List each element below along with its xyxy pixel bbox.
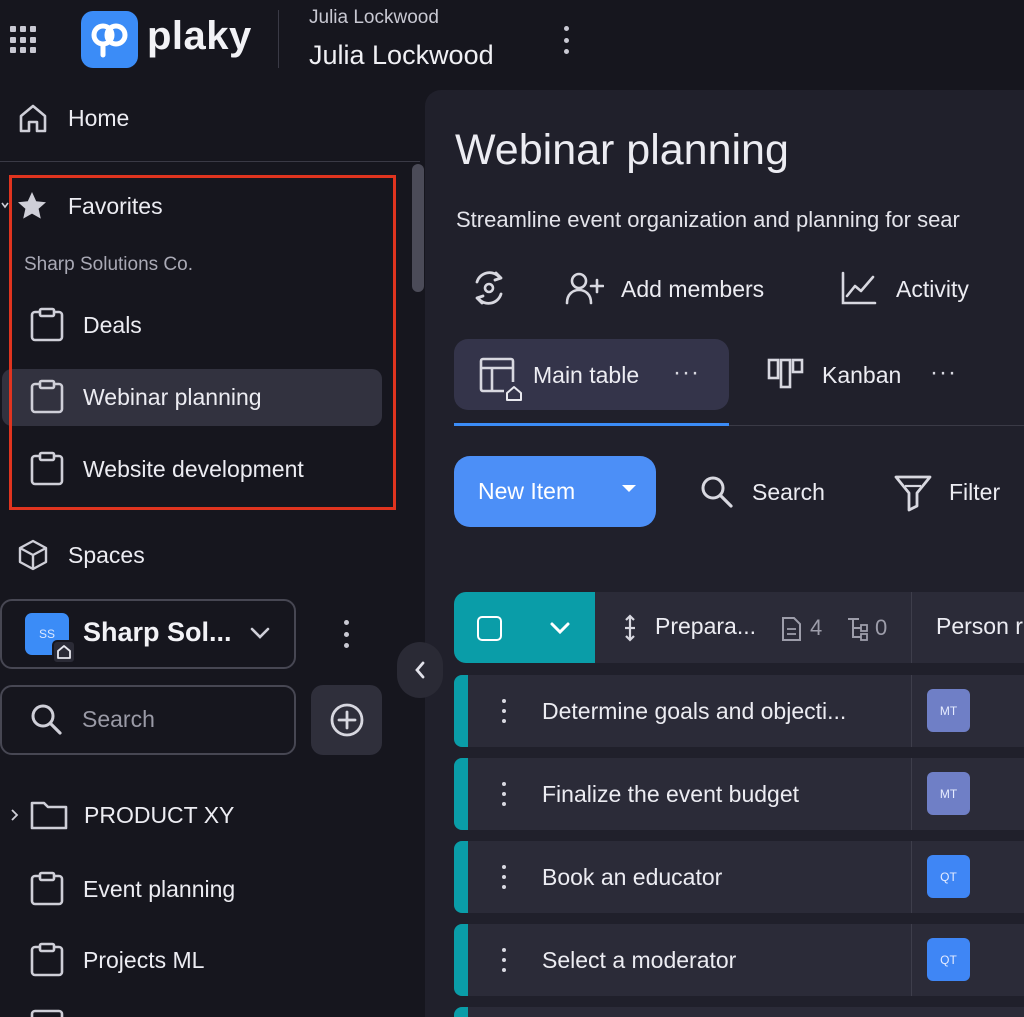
account-name[interactable]: Julia Lockwood <box>309 40 494 71</box>
nav-spaces[interactable]: Spaces <box>68 542 145 569</box>
board-icon <box>29 871 65 907</box>
activity-button[interactable]: Activity <box>896 276 969 303</box>
column-header-person[interactable]: Person r <box>936 613 1023 640</box>
chevron-down-icon[interactable] <box>548 618 572 638</box>
logo-text: plaky <box>147 14 252 58</box>
account-owner-label: Julia Lockwood <box>309 7 439 28</box>
plus-circle-icon <box>330 703 363 737</box>
table-row[interactable] <box>454 1007 1024 1017</box>
column-separator <box>911 841 912 913</box>
person-avatar[interactable]: QT <box>927 938 970 981</box>
apps-grid-icon[interactable] <box>8 24 40 56</box>
workspace-menu-icon[interactable] <box>337 617 355 651</box>
row-menu-icon[interactable] <box>500 782 508 806</box>
row-color-bar <box>454 675 468 747</box>
board-search-button[interactable]: Search <box>752 479 825 506</box>
add-members-button[interactable]: Add members <box>621 276 764 303</box>
filter-icon <box>893 472 933 512</box>
sidebar-search-placeholder: Search <box>82 706 155 732</box>
person-avatar[interactable]: MT <box>927 689 970 732</box>
column-separator <box>911 758 912 830</box>
group-color-bar <box>454 592 595 663</box>
search-icon <box>29 702 63 736</box>
automation-icon[interactable] <box>470 268 508 308</box>
board-icon <box>29 942 65 978</box>
page-title: Webinar planning <box>455 126 789 174</box>
person-avatar[interactable]: MT <box>927 772 970 815</box>
row-color-bar <box>454 1007 468 1017</box>
group-select-checkbox[interactable] <box>477 616 502 641</box>
sidebar-board-projects-ml[interactable]: Projects ML <box>83 947 204 974</box>
add-member-icon <box>564 270 604 306</box>
sidebar-divider <box>0 161 420 162</box>
row-menu-icon[interactable] <box>500 948 508 972</box>
row-item-name[interactable]: Select a moderator <box>542 947 736 974</box>
column-separator <box>911 675 912 747</box>
new-item-label: New Item <box>478 478 576 504</box>
chevron-left-icon <box>415 661 425 679</box>
row-color-bar <box>454 924 468 996</box>
activity-icon <box>840 270 878 306</box>
group-title[interactable]: Prepara... <box>655 613 756 640</box>
document-icon <box>780 616 802 642</box>
plaky-logo-icon[interactable] <box>81 11 138 68</box>
group-docs-count: 4 <box>810 615 823 640</box>
row-item-name[interactable]: Book an educator <box>542 864 722 891</box>
nav-home[interactable]: Home <box>68 105 129 132</box>
row-color-bar <box>454 841 468 913</box>
row-item-name[interactable]: Determine goals and objecti... <box>542 698 846 725</box>
chevron-down-icon[interactable] <box>249 624 271 642</box>
folder-icon <box>29 797 69 833</box>
account-menu-icon[interactable] <box>556 22 576 58</box>
chevron-right-icon[interactable] <box>8 808 20 822</box>
row-item-name[interactable]: Finalize the event budget <box>542 781 799 808</box>
workspace-name: Sharp Sol... <box>83 617 232 647</box>
tab-main-table-label: Main table <box>533 362 640 388</box>
table-icon <box>478 356 526 404</box>
group-subitems-count: 0 <box>875 615 888 640</box>
kanban-icon <box>767 357 805 389</box>
tab-main-table-menu-icon[interactable]: ··· <box>673 359 700 387</box>
caret-down-icon[interactable] <box>622 485 636 492</box>
home-icon <box>52 640 76 664</box>
row-menu-icon[interactable] <box>500 699 508 723</box>
filter-button[interactable]: Filter <box>949 479 1000 506</box>
column-separator <box>911 592 912 663</box>
subitems-icon <box>845 616 869 642</box>
tab-kanban[interactable]: Kanban <box>822 362 901 389</box>
person-avatar[interactable]: QT <box>927 855 970 898</box>
row-color-bar <box>454 758 468 830</box>
drag-handle-icon[interactable] <box>623 614 637 642</box>
board-icon <box>29 1006 65 1017</box>
home-icon <box>16 101 50 135</box>
favorites-highlight <box>9 175 396 510</box>
active-tab-indicator <box>454 423 729 426</box>
row-menu-icon[interactable] <box>500 865 508 889</box>
sidebar-scrollbar[interactable] <box>412 164 424 292</box>
sidebar-board-event-planning[interactable]: Event planning <box>83 876 235 903</box>
add-board-button[interactable] <box>311 685 382 755</box>
tab-kanban-menu-icon[interactable]: ··· <box>930 359 957 387</box>
search-icon <box>699 474 735 510</box>
header-divider <box>278 10 279 68</box>
sidebar-folder-product-xy[interactable]: PRODUCT XY <box>84 802 234 829</box>
cube-icon <box>16 538 50 572</box>
collapse-sidebar-button[interactable] <box>397 642 443 698</box>
board-description: Streamline event organization and planni… <box>456 207 960 232</box>
column-separator <box>911 924 912 996</box>
